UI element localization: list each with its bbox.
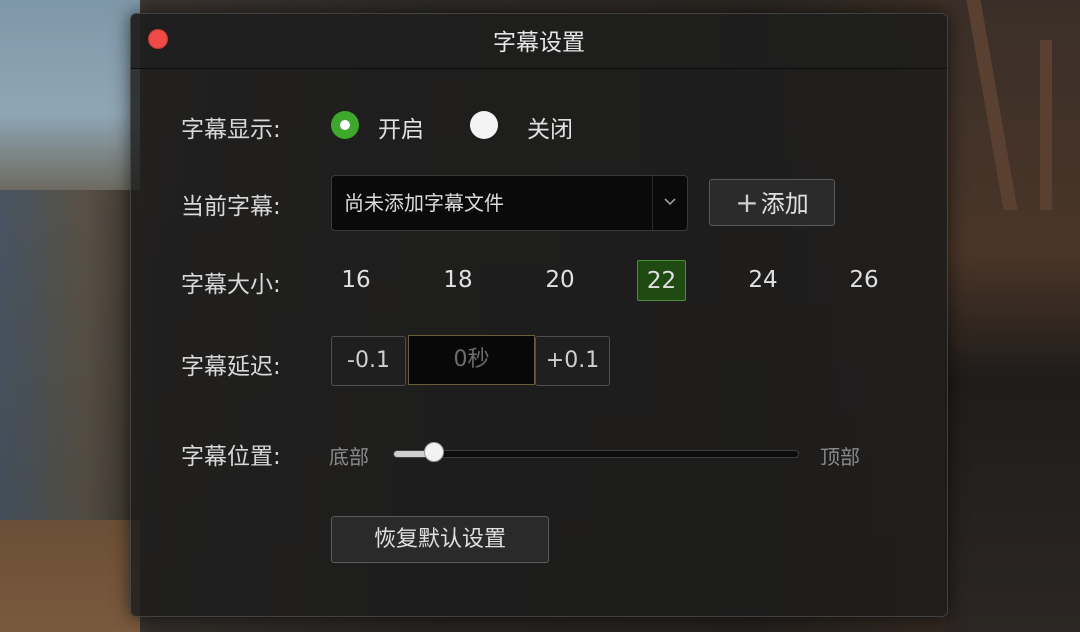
delay-value-field[interactable]: 0秒 <box>408 335 535 385</box>
position-min-label: 底部 <box>329 445 369 469</box>
delay-label: 字幕延迟: <box>181 354 281 380</box>
size-option-20[interactable]: 20 <box>536 260 584 300</box>
video-background-sky <box>0 0 140 190</box>
display-off-label[interactable]: 关闭 <box>527 110 573 144</box>
subtitle-file-dropdown[interactable]: 尚未添加字幕文件 <box>331 175 688 231</box>
dialog-title: 字幕设置 <box>493 30 585 56</box>
subtitle-settings-dialog: 字幕设置 字幕显示: 开启 关闭 当前字幕: 尚未添加字幕文件 +添加 字幕大小… <box>130 13 948 617</box>
position-label: 字幕位置: <box>181 444 281 470</box>
close-button[interactable] <box>148 29 168 49</box>
size-option-18[interactable]: 18 <box>434 260 482 300</box>
size-option-26[interactable]: 26 <box>840 260 888 300</box>
plus-icon: + <box>735 186 759 219</box>
video-background-beam <box>1040 40 1052 210</box>
position-max-label: 顶部 <box>820 445 860 469</box>
reset-defaults-button[interactable]: 恢复默认设置 <box>331 516 549 563</box>
display-off-radio[interactable] <box>470 111 498 139</box>
add-subtitle-label: 添加 <box>760 190 809 218</box>
position-slider-thumb[interactable] <box>424 442 445 462</box>
size-label: 字幕大小: <box>181 272 281 298</box>
size-option-22[interactable]: 22 <box>637 260 686 301</box>
size-option-24[interactable]: 24 <box>739 260 787 300</box>
size-option-16[interactable]: 16 <box>332 260 380 300</box>
display-on-radio[interactable] <box>331 111 359 139</box>
video-background-right <box>945 0 1080 632</box>
video-background-ground <box>0 520 140 632</box>
delay-increase-button[interactable]: +0.1 <box>535 336 610 386</box>
title-bar: 字幕设置 <box>131 14 947 69</box>
chevron-down-icon <box>664 198 676 206</box>
delay-decrease-button[interactable]: -0.1 <box>331 336 406 386</box>
dropdown-arrow[interactable] <box>652 176 687 230</box>
display-on-label[interactable]: 开启 <box>378 110 424 144</box>
display-label: 字幕显示: <box>181 117 281 143</box>
add-subtitle-button[interactable]: +添加 <box>709 179 835 226</box>
position-slider-track[interactable] <box>393 450 799 458</box>
current-subtitle-label: 当前字幕: <box>181 194 281 220</box>
subtitle-file-value: 尚未添加字幕文件 <box>344 191 504 215</box>
